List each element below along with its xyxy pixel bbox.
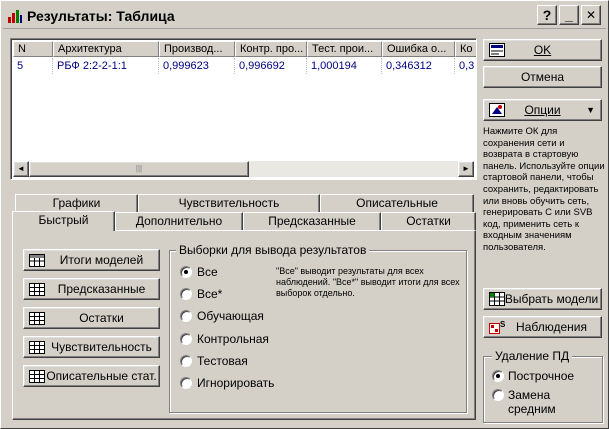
tab-advanced[interactable]: Дополнительно [115,212,243,230]
sample-all-star-radio[interactable] [180,288,192,300]
options-button[interactable]: Опции ▼ [483,99,602,121]
missing-data-title: Удаление ПД [492,349,573,363]
cell-train-error: 0,346312 [382,58,455,74]
sample-all-radio[interactable] [180,266,192,278]
select-models-label: Выбрать модели [504,292,599,306]
grid-header: N Архитектура Производ... Контр. про... … [13,41,476,57]
scroll-right-button[interactable]: ► [458,161,474,177]
select-models-icon [489,292,505,306]
col-header-select-error[interactable]: Ко [455,41,476,57]
model-summary-label: Итоги моделей [59,253,144,267]
mean-substitution-label[interactable]: Замена средним [508,388,578,416]
cell-architecture: РБФ 2:2-2-1:1 [53,58,159,74]
tab-predicted[interactable]: Предсказанные [243,212,381,230]
results-grid[interactable]: N Архитектура Производ... Контр. про... … [10,38,477,180]
sample-selection-label[interactable]: Контрольная [197,332,269,346]
window-title: Результаты: Таблица [27,8,175,24]
svg-text:S: S [500,320,505,329]
ok-icon [489,43,505,57]
cancel-button[interactable]: Отмена [483,66,602,88]
samples-group-title: Выборки для вывода результатов [176,243,370,257]
cases-icon: S [489,320,505,334]
sensitivity-label: Чувствительность [51,340,152,354]
cell-select-perf: 0,996692 [235,58,307,74]
tab-descriptive[interactable]: Описательные [320,194,474,212]
col-header-n[interactable]: N [13,41,53,57]
table-icon [29,254,45,267]
sample-test-label[interactable]: Тестовая [197,354,248,368]
options-label: Опции [524,103,561,117]
tab-sensitivity[interactable]: Чувствительность [138,194,320,212]
sample-all-star-label[interactable]: Все* [197,287,222,301]
sample-all-label[interactable]: Все [197,265,218,279]
cell-select-error: 0,3 [459,60,475,72]
missing-data-group: Удаление ПД Построчное Замена средним [483,349,603,423]
cell-test-perf: 1,000194 [307,58,382,74]
sensitivity-button[interactable]: Чувствительность [23,336,160,358]
samples-note: "Все" выводит результаты для всех наблюд… [276,266,460,298]
col-header-architecture[interactable]: Архитектура [53,41,159,57]
mean-substitution-radio[interactable] [492,389,504,401]
col-header-train-perf[interactable]: Производ... [159,41,235,57]
tab-graphs[interactable]: Графики [15,194,138,212]
help-text: Нажмите ОК для сохранения сети и возврат… [483,126,605,253]
title-bar[interactable]: Результаты: Таблица ? _ ✕ [3,3,606,29]
casewise-radio[interactable] [492,370,504,382]
casewise-label[interactable]: Построчное [508,369,574,383]
chevron-down-icon: ▼ [586,105,595,115]
table-row[interactable]: 5 РБФ 2:2-2-1:1 0,999623 0,996692 1,0001… [13,58,476,74]
residuals-label: Остатки [79,311,124,325]
sample-selection-radio[interactable] [180,333,192,345]
select-models-button[interactable]: Выбрать модели [483,288,602,310]
help-button[interactable]: ? [537,5,557,25]
ok-button[interactable]: OK [483,39,602,61]
results-window: Результаты: Таблица ? _ ✕ N Архитектура … [0,0,609,429]
model-summary-button[interactable]: Итоги моделей [23,249,160,271]
app-icon [8,10,22,23]
tab-quick[interactable]: Быстрый [12,211,115,231]
tab-residuals[interactable]: Остатки [381,212,476,230]
grid-icon [29,341,45,354]
cell-train-perf: 0,999623 [159,58,235,74]
grid-icon [29,370,45,383]
options-icon [489,103,505,117]
col-header-train-error[interactable]: Ошибка о... [382,41,455,57]
sample-test-radio[interactable] [180,355,192,367]
predicted-label: Предсказанные [57,282,146,296]
descriptive-stats-label: Описательные стат. [46,369,157,383]
residuals-button[interactable]: Остатки [23,307,160,329]
cases-label: Наблюдения [516,320,587,334]
close-button[interactable]: ✕ [581,5,601,25]
col-header-select-perf[interactable]: Контр. про... [235,41,307,57]
scroll-thumb[interactable]: ||| [29,161,249,177]
scroll-left-button[interactable]: ◄ [13,161,29,177]
descriptive-stats-button[interactable]: Описательные стат. [23,365,160,387]
sample-ignore-label[interactable]: Игнорировать [197,376,274,390]
sample-training-label[interactable]: Обучающая [197,309,264,323]
samples-group: Выборки для вывода результатов Все Все* … [169,243,467,413]
cases-button[interactable]: S Наблюдения [483,316,602,338]
sample-training-radio[interactable] [180,310,192,322]
col-header-test-perf[interactable]: Тест. прои... [307,41,382,57]
tab-panel-quick: Итоги моделей Предсказанные Остатки Чувс… [12,230,476,420]
sample-ignore-radio[interactable] [180,377,192,389]
cell-n: 5 [13,58,53,74]
ok-label: OK [533,43,552,57]
horizontal-scrollbar[interactable]: ◄ ||| ► [13,161,474,177]
predicted-button[interactable]: Предсказанные [23,278,160,300]
grid-icon [29,283,45,296]
minimize-button[interactable]: _ [559,5,579,25]
grid-icon [29,312,45,325]
